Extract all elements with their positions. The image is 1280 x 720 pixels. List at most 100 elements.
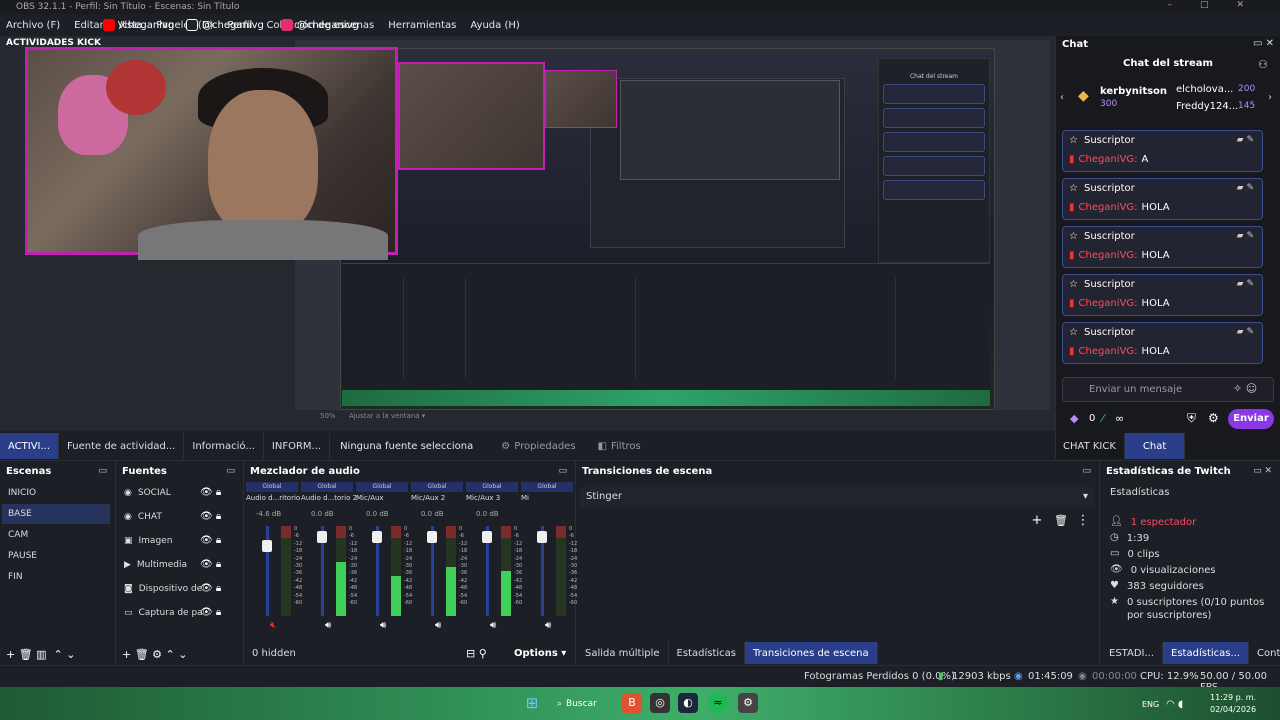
- mixer-channel[interactable]: Global Audio d...ritorio -4.6 dB 0 -6 -12 -18-…: [246, 482, 302, 632]
- message-actions[interactable]: ▰ ✎: [1237, 327, 1254, 337]
- speaker-icon[interactable]: 🔊︎: [380, 620, 386, 631]
- source-controls[interactable]: + 🗑 ⚙ ⌃ ⌄: [122, 648, 187, 661]
- scene-item[interactable]: INICIO: [2, 483, 110, 503]
- tab-inform[interactable]: INFORM...: [264, 433, 331, 459]
- taskbar-search[interactable]: ⌕ Buscar: [557, 695, 609, 713]
- message-nick[interactable]: CheganiVG:: [1079, 202, 1138, 213]
- dock-menu-icon[interactable]: ▭: [558, 466, 567, 476]
- volume-knob[interactable]: [317, 530, 327, 543]
- dock-menu-icon[interactable]: ▭: [226, 466, 235, 476]
- channel-name[interactable]: Mic/Aux: [356, 494, 384, 502]
- source-item[interactable]: ▭ Captura de pa: [124, 608, 203, 618]
- zoom-level[interactable]: 50%: [320, 412, 336, 420]
- mixer-layout-icon[interactable]: ⊟ ⚲: [466, 647, 487, 660]
- spotify-icon[interactable]: ≈: [708, 693, 728, 713]
- message-nick[interactable]: CheganiVG:: [1079, 250, 1138, 261]
- tab-actividades[interactable]: ACTIVI...: [0, 433, 60, 459]
- scene-controls[interactable]: + 🗑 ▥ ⌃ ⌄: [6, 648, 76, 661]
- eye-icon[interactable]: 👁︎ 🔒︎: [200, 511, 221, 522]
- window-controls[interactable]: –□✕: [1167, 0, 1272, 10]
- tab-salida-multiple[interactable]: Salida múltiple: [577, 642, 669, 664]
- zoom-bar[interactable]: 50% Ajustar a la ventana ▾: [296, 412, 1051, 424]
- mixer-channel[interactable]: Global Mic/Aux 2 0.0 dB 0 -6 -12 -18 -24 -30 -36-…: [411, 482, 467, 632]
- eye-icon[interactable]: 👁︎ 🔒︎: [200, 607, 221, 618]
- emote-icon[interactable]: ✧ ☺: [1233, 382, 1257, 395]
- tab-estadi[interactable]: ESTADI...: [1101, 642, 1164, 664]
- speaker-icon[interactable]: 🔊︎: [325, 620, 331, 631]
- channel-name[interactable]: Mic/Aux 2: [411, 494, 445, 502]
- message-actions[interactable]: ▰ ✎: [1237, 279, 1254, 289]
- properties-button[interactable]: ⚙ Propiedades: [501, 441, 575, 452]
- windows-start-icon[interactable]: ⊞: [522, 693, 542, 713]
- source-item[interactable]: ◉ SOCIAL: [124, 488, 171, 498]
- chat-message[interactable]: ☆ Suscriptor ▰ ✎ ▮ CheganiVG: HOLA: [1062, 226, 1263, 268]
- tab-controles[interactable]: Contr...: [1249, 642, 1280, 664]
- users-icon[interactable]: ⚇: [1258, 58, 1268, 71]
- wifi-icon[interactable]: ◠ ◖: [1166, 699, 1183, 710]
- chat-message[interactable]: ☆ Suscriptor ▰ ✎ ▮ CheganiVG: A: [1062, 130, 1263, 172]
- brave-icon[interactable]: B: [622, 693, 642, 713]
- eye-icon[interactable]: 👁︎ 🔒︎: [200, 487, 221, 498]
- dock-menu-icon[interactable]: ▭: [98, 466, 107, 476]
- chevron-left-icon[interactable]: ‹: [1060, 92, 1064, 103]
- message-nick[interactable]: CheganiVG:: [1079, 298, 1138, 309]
- chat-message[interactable]: ☆ Suscriptor ▰ ✎ ▮ CheganiVG: HOLA: [1062, 178, 1263, 220]
- menu-herramientas[interactable]: Herramientas: [388, 20, 456, 31]
- source-item[interactable]: ▶ Multimedia: [124, 560, 187, 570]
- clock-time[interactable]: 11:29 p. m.: [1210, 693, 1256, 702]
- tab-chat[interactable]: Chat: [1124, 433, 1186, 459]
- source-item[interactable]: ▣ Imagen: [124, 536, 172, 546]
- speaker-icon[interactable]: 🔊︎: [545, 620, 551, 631]
- mixer-channel[interactable]: Global Audio d...torio 2 0.0 dB 0 -6 -12 -18 -2…: [301, 482, 357, 632]
- language-indicator[interactable]: ENG: [1142, 700, 1159, 709]
- speaker-icon[interactable]: 🔊︎: [490, 620, 496, 631]
- add-transition-button[interactable]: +: [1028, 512, 1046, 530]
- transition-select[interactable]: Stinger ▾: [580, 487, 1094, 507]
- menu-editar[interactable]: Editar: [74, 20, 104, 31]
- message-nick[interactable]: CheganiVG:: [1079, 346, 1138, 357]
- zoom-mode[interactable]: Ajustar a la ventana: [349, 412, 420, 420]
- chevron-right-icon[interactable]: ›: [1268, 92, 1272, 103]
- obs-icon[interactable]: ◎: [650, 693, 670, 713]
- clock-date[interactable]: 02/04/2026: [1210, 705, 1256, 714]
- speaker-muted-icon[interactable]: 🔇︎: [270, 620, 276, 631]
- source-item[interactable]: ◙ Dispositivo de: [124, 584, 202, 594]
- menu-archivo[interactable]: Archivo (F): [6, 20, 60, 31]
- more-icon[interactable]: ⋮: [1074, 512, 1092, 530]
- close-icon[interactable]: ▭ ✕: [1253, 38, 1274, 49]
- volume-knob[interactable]: [537, 530, 547, 543]
- source-item[interactable]: ◉ CHAT: [124, 512, 162, 522]
- scene-item[interactable]: CAM: [2, 525, 110, 545]
- volume-knob[interactable]: [482, 530, 492, 543]
- shield-icon[interactable]: ⛨: [1187, 411, 1196, 426]
- message-actions[interactable]: ▰ ✎: [1237, 183, 1254, 193]
- settings-icon[interactable]: ⚙: [738, 693, 758, 713]
- chat-message[interactable]: ☆ Suscriptor ▰ ✎ ▮ CheganiVG: HOLA: [1062, 322, 1263, 364]
- mixer-channel[interactable]: Global Mic/Aux 0.0 dB 0 -6 -12 -18 -24 -30 -36 -42…: [356, 482, 412, 632]
- mixer-options[interactable]: Options ▾: [514, 648, 566, 659]
- message-actions[interactable]: ▰ ✎: [1237, 135, 1254, 145]
- menu-ayuda[interactable]: Ayuda (H): [470, 20, 519, 31]
- steam-icon[interactable]: ◐: [678, 693, 698, 713]
- eye-icon[interactable]: 👁︎ 🔒︎: [200, 583, 221, 594]
- eye-icon[interactable]: 👁︎ 🔒︎: [200, 559, 221, 570]
- hidden-count[interactable]: 0 hidden: [252, 648, 296, 659]
- tab-chat-kick[interactable]: CHAT KICK: [1055, 433, 1125, 459]
- speaker-icon[interactable]: 🔊︎: [435, 620, 441, 631]
- gear-icon[interactable]: ⚙: [1208, 411, 1219, 425]
- filters-button[interactable]: ◧ Filtros: [598, 441, 641, 452]
- channel-name[interactable]: Mic/Aux 3: [466, 494, 500, 502]
- message-actions[interactable]: ▰ ✎: [1237, 231, 1254, 241]
- mixer-channel[interactable]: Global Mic/Aux 3 0.0 dB 0 -6 -12 -18 -24 -30 -36-…: [466, 482, 522, 632]
- channel-name[interactable]: Audio d...torio 2: [301, 494, 357, 502]
- send-button[interactable]: Enviar: [1228, 409, 1274, 429]
- tab-estadisticas-twitch[interactable]: Estadísticas...: [1163, 642, 1250, 664]
- volume-knob[interactable]: [262, 539, 272, 552]
- message-nick[interactable]: CheganiVG:: [1079, 154, 1138, 165]
- tab-transiciones[interactable]: Transiciones de escena: [744, 642, 878, 664]
- delete-transition-button[interactable]: 🗑: [1052, 512, 1070, 530]
- chat-message[interactable]: ☆ Suscriptor ▰ ✎ ▮ CheganiVG: HOLA: [1062, 274, 1263, 316]
- scene-item[interactable]: FIN: [2, 567, 110, 587]
- tab-estadisticas[interactable]: Estadísticas: [669, 642, 745, 664]
- mixer-channel[interactable]: Global Mi 0 -6 -12 -18 -24 -30 -36 -42 -48 -54 -60 🔊︎: [521, 482, 577, 632]
